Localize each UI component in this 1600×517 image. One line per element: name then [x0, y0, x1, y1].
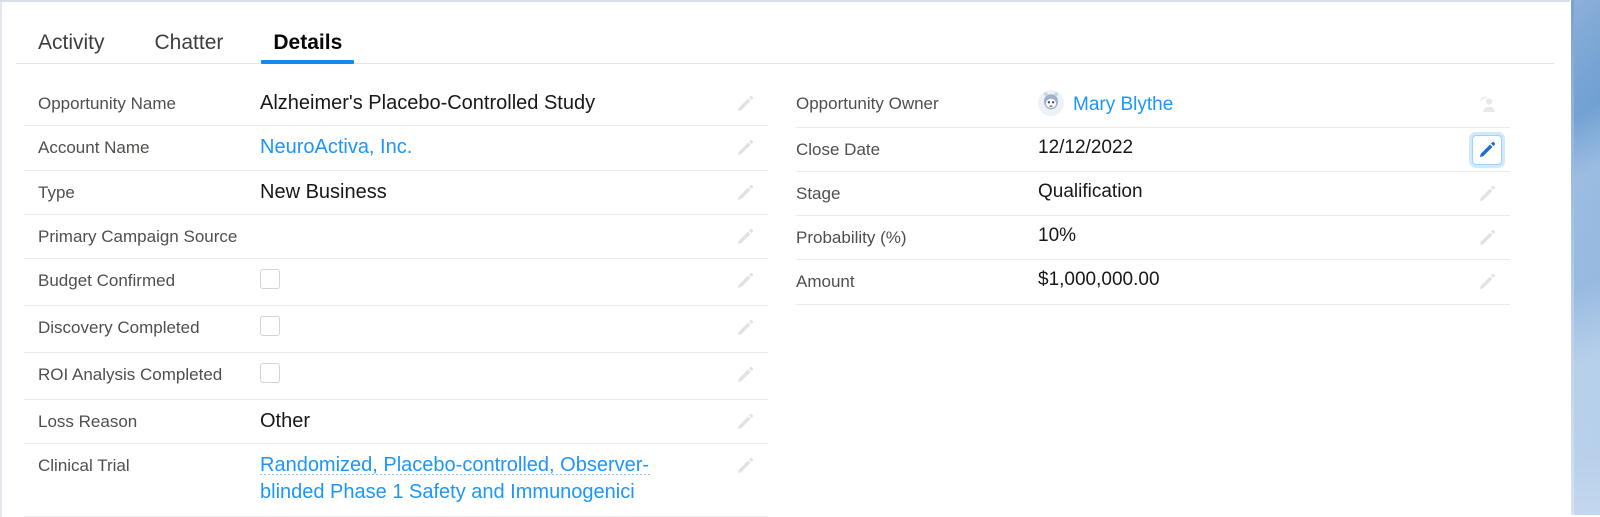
field-value-primary-campaign-source — [260, 215, 722, 237]
field-label-primary-campaign-source: Primary Campaign Source — [38, 226, 238, 246]
checkbox-roi-analysis-completed[interactable] — [260, 363, 280, 383]
field-value-account-name: NeuroActiva, Inc. — [260, 126, 722, 169]
field-row-account-name: Account Name NeuroActiva, Inc. — [24, 126, 768, 171]
field-value-close-date: 12/12/2022 — [1038, 136, 1134, 158]
checkbox-discovery-completed[interactable] — [260, 316, 280, 336]
detail-column-left: Opportunity Name Alzheimer's Placebo-Cont… — [0, 82, 768, 517]
tab-chatter[interactable]: Chatter — [141, 32, 238, 64]
field-row-clinical-trial: Clinical Trial Randomized, Placebo-contro… — [24, 444, 768, 517]
pencil-icon — [730, 89, 760, 119]
page-background-strip — [1574, 0, 1600, 515]
edit-button-primary-campaign-source[interactable] — [722, 215, 768, 252]
field-label-roi-analysis-completed: ROI Analysis Completed — [38, 365, 223, 384]
detail-column-right: Opportunity Owner Mary Blythe Close Date 12… — [768, 82, 1538, 517]
edit-button-roi-analysis-completed[interactable] — [722, 353, 768, 390]
edit-button-close-date[interactable] — [1464, 128, 1510, 165]
tab-bar: Activity Chatter Details — [0, 16, 1570, 64]
field-row-close-date: Close Date 12/12/2022 — [796, 128, 1510, 172]
pencil-icon — [730, 133, 760, 163]
field-label-type: Type — [38, 182, 75, 202]
change-owner-button-opportunity-owner[interactable] — [1464, 82, 1510, 119]
field-label-opportunity-owner: Opportunity Owner — [796, 94, 939, 113]
field-row-type: Type New Business — [24, 171, 768, 215]
detail-card: Activity Chatter Details Opportunity Name A… — [0, 0, 1570, 517]
field-label-close-date: Close Date — [796, 139, 881, 159]
pencil-icon — [730, 407, 760, 437]
field-label-amount: Amount — [796, 272, 855, 292]
edit-button-probability[interactable] — [1464, 216, 1510, 253]
pencil-icon — [1472, 223, 1502, 253]
edit-button-opportunity-name[interactable] — [722, 82, 768, 119]
link-clinical-trial[interactable]: Randomized, Placebo-controlled, Observer… — [260, 452, 652, 508]
pencil-icon — [1472, 267, 1502, 297]
field-value-type: New Business — [260, 180, 387, 203]
edit-button-type[interactable] — [722, 171, 768, 208]
pencil-icon — [1472, 134, 1502, 165]
field-label-probability: Probability (%) — [796, 228, 907, 248]
field-row-primary-campaign-source: Primary Campaign Source — [24, 215, 768, 259]
checkbox-budget-confirmed[interactable] — [260, 269, 280, 289]
pencil-icon — [730, 178, 760, 208]
pencil-icon — [730, 360, 760, 390]
field-label-budget-confirmed: Budget Confirmed — [38, 271, 176, 290]
link-opportunity-owner[interactable]: Mary Blythe — [1073, 94, 1173, 115]
field-row-budget-confirmed: Budget Confirmed — [24, 259, 768, 306]
field-label-discovery-completed: Discovery Completed — [38, 318, 200, 337]
field-row-stage: Stage Qualification — [796, 172, 1510, 217]
pencil-icon — [730, 451, 760, 481]
pencil-icon — [1472, 179, 1502, 209]
field-label-clinical-trial: Clinical Trial — [38, 456, 130, 476]
pencil-icon — [730, 222, 760, 252]
edit-button-stage[interactable] — [1464, 172, 1510, 209]
field-value-probability: 10% — [1038, 225, 1077, 247]
field-row-amount: Amount $1,000,000.00 — [796, 260, 1510, 305]
field-label-account-name: Account Name — [38, 138, 150, 158]
change-owner-icon — [1472, 89, 1502, 119]
tab-activity[interactable]: Activity — [24, 32, 119, 64]
field-value-amount: $1,000,000.00 — [1038, 269, 1160, 291]
field-value-budget-confirmed — [260, 259, 722, 305]
field-label-stage: Stage — [796, 183, 841, 203]
field-row-roi-analysis-completed: ROI Analysis Completed — [24, 353, 768, 400]
link-account-name[interactable]: NeuroActiva, Inc. — [260, 136, 412, 158]
edit-button-clinical-trial[interactable] — [722, 444, 768, 481]
field-row-opportunity-owner: Opportunity Owner Mary Blythe — [796, 82, 1510, 128]
pencil-icon — [730, 313, 760, 343]
field-row-probability: Probability (%) 10% — [796, 216, 1510, 261]
field-row-loss-reason: Loss Reason Other — [24, 400, 768, 445]
field-value-opportunity-owner: Mary Blythe — [1038, 82, 1464, 127]
detail-body: Opportunity Name Alzheimer's Placebo-Cont… — [0, 64, 1570, 517]
field-row-opportunity-name: Opportunity Name Alzheimer's Placebo-Cont… — [24, 82, 768, 127]
field-value-roi-analysis-completed — [260, 353, 722, 399]
opportunity-detail-page: Activity Chatter Details Opportunity Name A… — [0, 0, 1600, 517]
field-row-discovery-completed: Discovery Completed — [24, 306, 768, 353]
field-value-stage: Qualification — [1038, 180, 1143, 202]
field-label-opportunity-name: Opportunity Name — [38, 94, 176, 113]
avatar — [1038, 90, 1064, 116]
field-value-clinical-trial: Randomized, Placebo-controlled, Observer… — [260, 444, 722, 516]
edit-button-discovery-completed[interactable] — [722, 306, 768, 343]
edit-button-amount[interactable] — [1464, 260, 1510, 297]
field-label-loss-reason: Loss Reason — [38, 412, 138, 431]
pencil-icon — [730, 266, 760, 296]
field-value-discovery-completed — [260, 306, 722, 352]
field-value-opportunity-name: Alzheimer's Placebo-Controlled Study — [260, 92, 596, 114]
tab-details[interactable]: Details — [259, 32, 356, 64]
edit-button-loss-reason[interactable] — [722, 400, 768, 437]
edit-button-budget-confirmed[interactable] — [722, 259, 768, 296]
edit-button-account-name[interactable] — [722, 126, 768, 163]
field-value-loss-reason: Other — [260, 410, 311, 432]
